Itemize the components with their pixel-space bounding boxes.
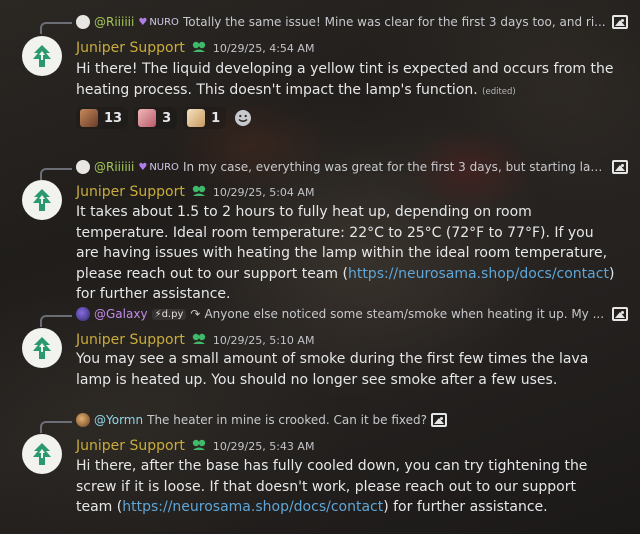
author-name[interactable]: Juniper Support	[76, 332, 185, 348]
message-text: Hi there! The liquid developing a yellow…	[76, 61, 614, 98]
reply-preview[interactable]: @Yormn The heater in mine is crooked. Ca…	[76, 411, 628, 429]
juniper-tree-logo-icon	[33, 443, 51, 465]
message-text-end: ) for further assistance.	[383, 499, 548, 515]
reply-avatar[interactable]	[76, 413, 90, 427]
reply-connector	[40, 168, 72, 180]
edited-label: (edited)	[482, 86, 516, 97]
message-header: Juniper Support 10/29/25, 5:04 AM	[76, 182, 314, 200]
message-content: You may see a small amount of smoke duri…	[76, 349, 616, 390]
message-content: Hi there, after the base has fully coole…	[76, 456, 616, 518]
message-content: It takes about 1.5 to 2 hours to fully h…	[76, 202, 616, 305]
reactions: 13 3 1	[76, 107, 254, 129]
reaction[interactable]: 1	[183, 107, 227, 129]
green-flower-badge-icon	[192, 333, 206, 344]
avatar[interactable]	[22, 328, 62, 368]
image-icon	[612, 160, 628, 174]
juniper-tree-logo-icon	[33, 337, 51, 359]
green-flower-badge-icon	[192, 439, 206, 450]
reply-text[interactable]: In my case, everything was great for the…	[183, 160, 608, 174]
heart-icon: ♥	[138, 161, 148, 173]
guild-tag-label: NURO	[149, 16, 179, 28]
message-content: Hi there! The liquid developing a yellow…	[76, 59, 616, 102]
reply-preview[interactable]: @Galaxy ⚡d.py ↷ Anyone else noticed some…	[76, 305, 628, 323]
reply-author-name[interactable]: @Yormn	[94, 413, 143, 427]
reaction-count: 1	[211, 110, 221, 126]
reply-text[interactable]: Totally the same issue! Mine was clear f…	[183, 15, 608, 29]
juniper-tree-logo-icon	[33, 45, 51, 67]
timestamp[interactable]: 10/29/25, 5:04 AM	[213, 186, 315, 199]
contact-link[interactable]: https://neurosama.shop/docs/contact	[348, 266, 609, 282]
author-name[interactable]: Juniper Support	[76, 438, 185, 454]
message-header: Juniper Support 10/29/25, 5:10 AM	[76, 330, 314, 348]
avatar[interactable]	[22, 180, 62, 220]
message-header: Juniper Support 10/29/25, 5:43 AM	[76, 436, 314, 454]
reply-connector	[40, 421, 72, 433]
guild-tag-label: d.py	[161, 308, 184, 320]
green-flower-badge-icon	[192, 185, 206, 196]
reply-connector	[40, 22, 72, 34]
author-name[interactable]: Juniper Support	[76, 40, 185, 56]
add-reaction-button[interactable]	[232, 107, 254, 129]
reply-arrow-icon: ↷	[190, 307, 201, 321]
message-header: Juniper Support 10/29/25, 4:54 AM	[76, 38, 314, 56]
avatar[interactable]	[22, 434, 62, 474]
anime-avatar-emoji-2	[138, 109, 157, 127]
green-flower-badge-icon	[192, 41, 206, 52]
reply-text[interactable]: The heater in mine is crooked. Can it be…	[147, 413, 427, 427]
guild-tag[interactable]: ⚡d.py	[151, 308, 187, 320]
reaction-count: 3	[162, 110, 172, 126]
smiley-add-reaction-icon	[235, 110, 252, 126]
juniper-tree-logo-icon	[33, 189, 51, 211]
timestamp[interactable]: 10/29/25, 4:54 AM	[213, 42, 315, 55]
contact-link[interactable]: https://neurosama.shop/docs/contact	[122, 499, 383, 515]
reaction[interactable]: 3	[134, 107, 178, 129]
reply-text[interactable]: Anyone else noticed some steam/smoke whe…	[204, 307, 608, 321]
reply-author-name[interactable]: @Galaxy	[94, 307, 148, 321]
message-text: You may see a small amount of smoke duri…	[76, 351, 589, 388]
heart-icon: ♥	[138, 16, 148, 28]
image-icon	[612, 15, 628, 29]
reply-author-name[interactable]: @Riiiiii	[94, 15, 134, 29]
reply-connector	[40, 315, 72, 327]
avatar[interactable]	[22, 36, 62, 76]
reply-preview[interactable]: @Riiiiii ♥ NURO In my case, everything wa…	[76, 158, 628, 176]
reply-avatar[interactable]	[76, 15, 90, 29]
reaction-count: 13	[104, 110, 123, 126]
image-icon	[430, 413, 447, 427]
anime-avatar-emoji-3	[187, 109, 206, 127]
author-name[interactable]: Juniper Support	[76, 184, 185, 200]
timestamp[interactable]: 10/29/25, 5:43 AM	[213, 440, 315, 453]
guild-tag[interactable]: ♥ NURO	[138, 17, 179, 28]
reply-author-name[interactable]: @Riiiiii	[94, 160, 134, 174]
guild-tag-label: NURO	[149, 161, 179, 173]
guild-tag[interactable]: ♥ NURO	[138, 162, 179, 173]
image-icon	[612, 307, 628, 321]
reply-preview[interactable]: @Riiiiii ♥ NURO Totally the same issue! M…	[76, 13, 628, 31]
anime-avatar-emoji-1	[80, 109, 98, 127]
reply-avatar[interactable]	[76, 160, 90, 174]
reaction[interactable]: 13	[76, 107, 129, 129]
timestamp[interactable]: 10/29/25, 5:10 AM	[213, 334, 315, 347]
reply-avatar[interactable]	[76, 307, 90, 321]
lightning-icon: ⚡	[154, 308, 162, 320]
